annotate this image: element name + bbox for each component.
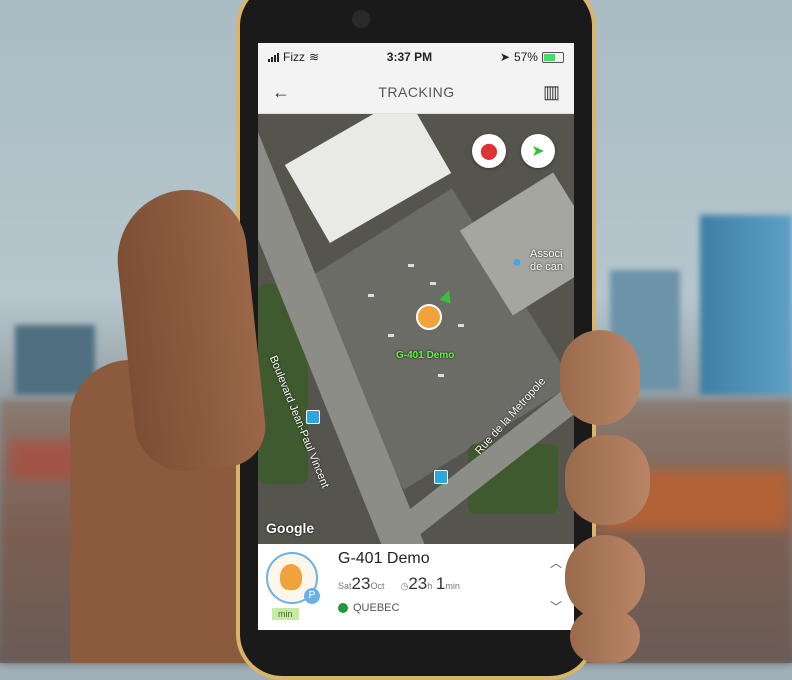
duration-minutes: 1 [435, 574, 446, 593]
chevron-down-icon[interactable]: ﹀ [550, 598, 562, 615]
minutes-unit: min [445, 581, 460, 591]
vehicle-map-label: G-401 Demo [396, 350, 455, 361]
vehicle-marker-icon[interactable] [416, 304, 442, 330]
top-nav-bar: ← TRACKING ▥ [258, 71, 574, 114]
date-day: 23 [351, 574, 371, 593]
hand-finger [570, 610, 640, 663]
date-weekday: Sat [338, 581, 352, 591]
bus-stop-icon[interactable] [434, 470, 448, 484]
duration-tag: min [272, 608, 299, 620]
navigate-icon[interactable]: ➤ [521, 134, 555, 168]
google-logo: Google [266, 520, 315, 536]
signal-icon [268, 52, 279, 62]
hand-finger [565, 435, 650, 525]
device-info: Sat23Oct ◷23h 1min [338, 574, 460, 594]
status-dot-icon [338, 603, 348, 613]
phone-screen: Fizz ≋ 3:37 PM ➤ 57% ← TRACKING ▥ Boulev… [258, 43, 574, 630]
hand-finger [565, 535, 645, 620]
hours-unit: h [427, 581, 433, 591]
wifi-icon: ≋ [309, 50, 320, 64]
device-name: G-401 Demo [338, 550, 430, 567]
back-arrow-icon[interactable]: ← [272, 82, 290, 103]
parked-car [458, 324, 464, 327]
location-row: QUEBEC [338, 602, 399, 614]
parked-car [368, 294, 374, 297]
bus-stop-icon[interactable] [306, 410, 320, 424]
front-camera [352, 10, 370, 28]
map-view[interactable]: Boulevard Jean-Paul Vincent Rue de la Me… [258, 114, 574, 544]
parked-car [388, 334, 394, 337]
status-time: 3:37 PM [386, 50, 433, 64]
page-title: TRACKING [378, 84, 455, 100]
background-building [700, 215, 792, 395]
battery-percent: 57% [513, 50, 538, 64]
duration-hours: 23 [408, 574, 428, 593]
device-card[interactable]: P min G-401 Demo Sat23Oct ◷23h 1min QUEB… [258, 544, 574, 630]
parked-car [438, 374, 444, 377]
parked-car [408, 264, 414, 267]
duration-info: ◷23h 1min [400, 574, 459, 594]
map-icon[interactable]: ▥ [543, 82, 560, 103]
date-info: Sat23Oct [338, 574, 384, 594]
parking-icon: P [304, 588, 320, 604]
location-arrow-icon: ➤ [499, 50, 510, 64]
carrier-label: Fizz [283, 50, 305, 64]
parked-car [430, 282, 436, 285]
chevron-up-icon[interactable]: ︿ [550, 554, 562, 571]
date-month: Oct [370, 581, 385, 591]
status-bar: Fizz ≋ 3:37 PM ➤ 57% [258, 43, 574, 71]
poi-label: Associ de can [530, 248, 564, 273]
avatar: P [266, 552, 320, 604]
hand-finger [560, 330, 640, 425]
location-name: QUEBEC [353, 602, 400, 614]
compass-icon[interactable]: ⬤ [472, 134, 506, 168]
battery-icon [541, 51, 564, 63]
poi-pin-icon[interactable]: ● [512, 254, 522, 272]
